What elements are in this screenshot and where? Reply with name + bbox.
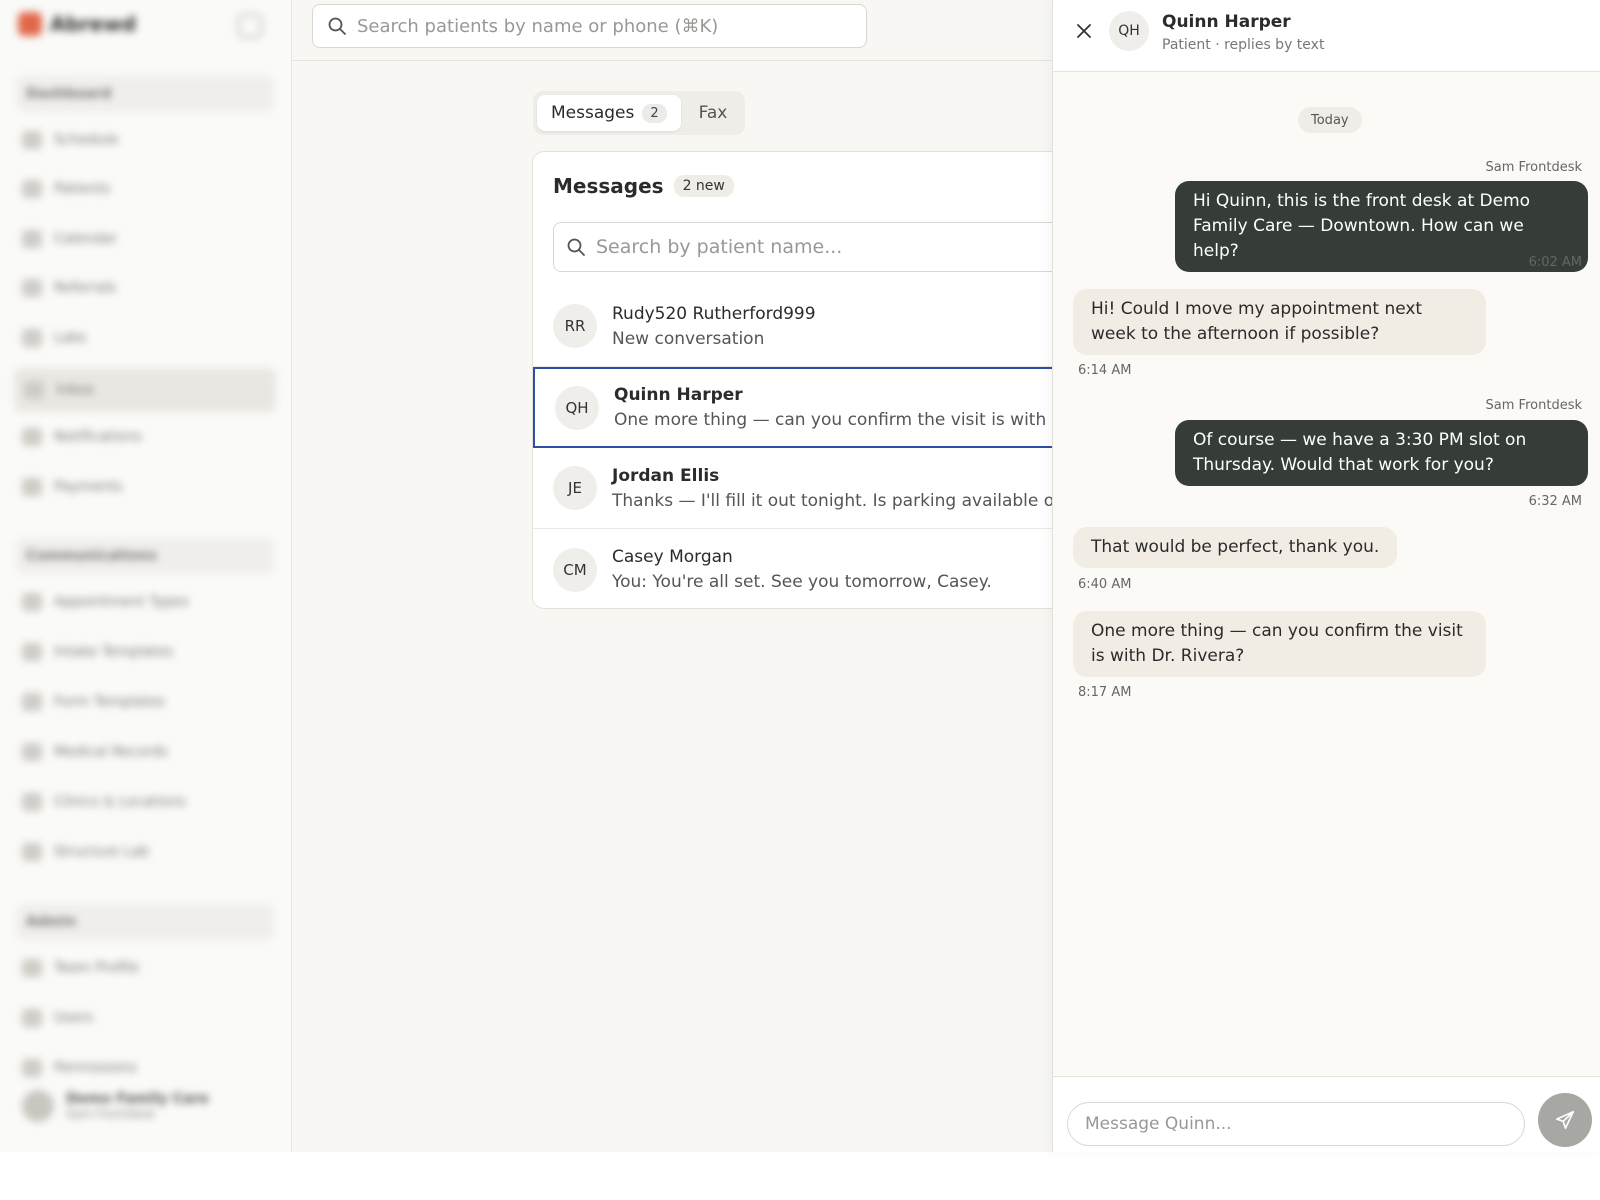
inbox-tabs: Messages 2 Fax [533,91,746,135]
new-count-badge: 2 new [673,175,734,197]
message-input[interactable] [1067,1102,1525,1146]
sidebar-item-structure-lab[interactable]: Structure Lab [22,838,149,866]
message-sender: Sam Frontdesk [1485,160,1582,175]
user-icon [22,1009,42,1027]
tab-messages-count: 2 [642,103,667,123]
sidebar-item-intake-templates[interactable]: Intake Templates [22,638,173,666]
incoming-message: Hi! Could I move my appointment next wee… [1073,289,1486,355]
chat-panel: QH Quinn Harper Patient · replies by tex… [1052,0,1600,1152]
close-button[interactable] [1071,18,1097,44]
tab-messages-label: Messages [551,103,635,123]
sidebar-item-clinics[interactable]: Clinics & Locations [22,788,186,816]
message-sender: Sam Frontdesk [1485,398,1582,413]
message-time: 6:40 AM [1078,577,1132,592]
inbox-icon [24,381,44,399]
sidebar-item-team-profile[interactable]: Team Profile [22,954,139,982]
chat-header: QH Quinn Harper Patient · replies by tex… [1053,0,1600,72]
sidebar-section-dashboard[interactable]: Dashboard [16,76,274,112]
logo-text: Abrewd [50,12,137,36]
sidebar-item-medical-records[interactable]: Medical Records [22,738,168,766]
sidebar-item-inbox[interactable]: Inbox [14,368,276,412]
tab-fax[interactable]: Fax [685,95,742,131]
incoming-message: That would be perfect, thank you. [1073,527,1398,568]
tab-fax-label: Fax [698,103,728,123]
avatar: JE [553,466,597,510]
sidebar-item-referrals[interactable]: Referrals [22,274,116,302]
send-button[interactable] [1538,1093,1592,1147]
sidebar-item-calendar[interactable]: Calendar [22,225,117,253]
messages-title: Messages [553,174,664,198]
send-icon [1555,1110,1575,1130]
sidebar-section-admin[interactable]: Admin [16,904,274,940]
card-icon [22,478,42,496]
sidebar-item-form-templates[interactable]: Form Templates [22,688,165,716]
avatar: CM [553,547,597,592]
sidebar-item-users[interactable]: Users [22,1004,93,1032]
avatar: QH [555,385,599,430]
search-icon [567,238,585,256]
chat-contact-name: Quinn Harper [1162,12,1291,32]
message-time: 6:02 AM [1528,255,1582,270]
clock-icon [22,230,42,248]
message-time: 8:17 AM [1078,685,1132,700]
chat-contact-subtitle: Patient · replies by text [1162,37,1325,53]
conversation-name: Rudy520 Rutherford999 [612,303,816,324]
sidebar-item-schedule[interactable]: Schedule [22,126,118,154]
sidebar-item-patients[interactable]: Patients [22,175,110,203]
conversation-name: Jordan Ellis [612,465,720,486]
conversation-preview: New conversation [612,328,765,349]
team-icon [22,959,42,977]
lock-icon [22,1059,42,1077]
conversation-name: Casey Morgan [612,547,733,567]
outgoing-message: Of course — we have a 3:30 PM slot on Th… [1175,420,1588,486]
app-logo[interactable]: Abrewd [18,12,136,36]
document-icon [22,643,42,661]
records-icon [22,743,42,761]
user-role: Sam Frontdesk [66,1107,156,1121]
logo-mark-icon [18,12,42,36]
user-name: Demo Family Care [66,1091,209,1107]
close-icon [1077,24,1091,38]
message-time: 6:14 AM [1078,363,1132,378]
sidebar-item-payments[interactable]: Payments [22,473,123,501]
structure-icon [22,843,42,861]
current-user[interactable]: Demo Family Care Sam Frontdesk [22,1090,209,1122]
building-icon [22,793,42,811]
sidebar-collapse-icon[interactable] [238,14,262,38]
search-icon [328,17,346,35]
message-composer [1053,1076,1600,1152]
sidebar-item-labs[interactable]: Labs [22,324,87,352]
form-icon [22,693,42,711]
referral-icon [22,279,42,297]
calendar-icon [22,131,42,149]
conversation-preview: Thanks — I'll fill it out tonight. Is pa… [612,490,1111,511]
sidebar-item-appointment-types[interactable]: Appointment Types [22,588,189,616]
conversation-preview: You: You're all set. See you tomorrow, C… [612,572,992,592]
avatar: QH [1109,11,1149,51]
users-icon [22,180,42,198]
global-search[interactable] [312,4,867,48]
sidebar: Abrewd Dashboard Schedule Patients Calen… [0,0,292,1152]
tab-messages[interactable]: Messages 2 [537,95,681,131]
day-separator: Today [1298,107,1362,133]
incoming-message: One more thing — can you confirm the vis… [1073,611,1486,677]
list-icon [22,593,42,611]
sidebar-section-communications[interactable]: Communications [16,538,274,574]
message-time: 6:32 AM [1528,494,1582,509]
avatar: RR [553,304,597,348]
sidebar-item-permissions[interactable]: Permissions [22,1054,137,1082]
sidebar-item-notifications[interactable]: Notifications [22,423,142,451]
outgoing-message: Hi Quinn, this is the front desk at Demo… [1175,181,1588,272]
bell-icon [22,428,42,446]
avatar [22,1090,54,1122]
global-search-input[interactable] [357,15,837,37]
flask-icon [22,329,42,347]
